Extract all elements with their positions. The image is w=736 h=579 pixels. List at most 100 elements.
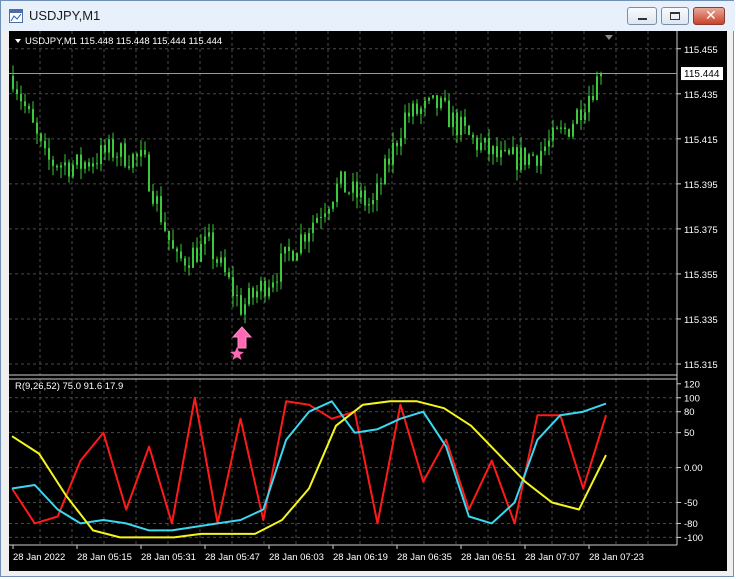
chart-canvas[interactable]: 115.444 USDJPY,M1 115.448 115.448 115.44…	[9, 31, 727, 571]
candle-body	[36, 122, 38, 134]
current-price-label: 115.444	[684, 69, 720, 80]
candle	[52, 155, 54, 176]
candle-body	[56, 165, 58, 168]
candle-body	[484, 137, 486, 143]
price-label: 115.395	[684, 180, 718, 191]
candle-body	[380, 183, 382, 185]
candle-body	[436, 95, 438, 109]
candle-body	[464, 116, 466, 126]
candle-body	[344, 171, 346, 193]
candle-body	[440, 97, 442, 109]
candle	[176, 246, 178, 263]
candle	[496, 136, 498, 162]
candle	[180, 243, 182, 262]
candle	[364, 185, 366, 212]
candle	[264, 277, 266, 303]
time-label: 28 Jan 07:23	[589, 552, 644, 563]
candle	[472, 132, 474, 145]
candle-body	[244, 304, 246, 315]
candle-body	[264, 280, 266, 297]
candle	[284, 246, 286, 263]
candle-body	[356, 181, 358, 198]
close-button[interactable]: ✕	[693, 7, 725, 25]
title-bar[interactable]: USDJPY,M1 ✕	[1, 1, 735, 31]
candle-body	[12, 75, 14, 90]
indicator-label: -100	[684, 533, 703, 544]
candle-body	[384, 158, 386, 185]
candle-body	[432, 95, 434, 98]
candle-body	[396, 142, 398, 147]
candle	[304, 232, 306, 250]
candle-body	[64, 162, 66, 166]
chart-window-icon	[9, 9, 23, 23]
candle	[92, 157, 94, 174]
candle-body	[196, 247, 198, 262]
candle-body	[496, 146, 498, 158]
candle	[296, 252, 298, 261]
candle-body	[292, 250, 294, 261]
candle	[524, 147, 526, 171]
candle-body	[188, 265, 190, 268]
time-label: 28 Jan 06:35	[397, 552, 452, 563]
candle-body	[324, 213, 326, 217]
candle-body	[560, 127, 562, 129]
candle	[260, 276, 262, 300]
candle-body	[316, 217, 318, 223]
candle-body	[428, 97, 430, 101]
close-icon: ✕	[705, 8, 717, 24]
candle	[324, 203, 326, 223]
candle-body	[40, 133, 42, 141]
candle	[428, 96, 430, 105]
candle-body	[168, 230, 170, 241]
symbol-menu-icon[interactable]	[15, 39, 21, 43]
candle-body	[272, 282, 274, 288]
candle	[164, 212, 166, 233]
candle-body	[508, 149, 510, 155]
candle-body	[512, 147, 514, 155]
candle-body	[592, 96, 594, 100]
candle	[404, 104, 406, 145]
candle-body	[388, 158, 390, 165]
candle-body	[208, 232, 210, 237]
indicator-label: 120	[684, 379, 700, 390]
maximize-button[interactable]	[661, 7, 689, 25]
candle-body	[340, 171, 342, 184]
chart-area[interactable]: 115.444 USDJPY,M1 115.448 115.448 115.44…	[9, 31, 727, 571]
price-candles	[12, 65, 602, 324]
candle-body	[88, 162, 90, 167]
chart-shift-marker[interactable]	[605, 35, 613, 40]
candle-body	[460, 116, 462, 136]
candle	[572, 119, 574, 139]
price-label: 115.315	[684, 360, 718, 371]
candle-body	[516, 147, 518, 170]
candle	[88, 158, 90, 172]
candle	[204, 226, 206, 256]
minimize-button[interactable]	[627, 7, 657, 25]
candle-body	[276, 281, 278, 283]
candle-body	[148, 154, 150, 192]
time-label: 28 Jan 05:31	[141, 552, 196, 563]
candle-body	[52, 159, 54, 166]
candle-body	[112, 139, 114, 158]
candle	[444, 89, 446, 103]
candle-body	[328, 208, 330, 214]
candle	[420, 105, 422, 125]
price-label: 115.375	[684, 225, 718, 236]
candle	[504, 140, 506, 153]
candle-body	[568, 129, 570, 137]
candle	[332, 201, 334, 212]
candle	[156, 190, 158, 212]
candle	[100, 137, 102, 172]
candle-body	[32, 109, 34, 123]
candle-body	[296, 253, 298, 261]
candle-body	[540, 151, 542, 166]
candle-body	[556, 127, 558, 129]
candle	[272, 275, 274, 293]
candle-body	[68, 162, 70, 177]
candle-body	[392, 142, 394, 165]
candle	[308, 227, 310, 253]
candle	[340, 170, 342, 189]
candle-body	[492, 146, 494, 155]
candle	[440, 95, 442, 111]
candle-body	[452, 112, 454, 128]
